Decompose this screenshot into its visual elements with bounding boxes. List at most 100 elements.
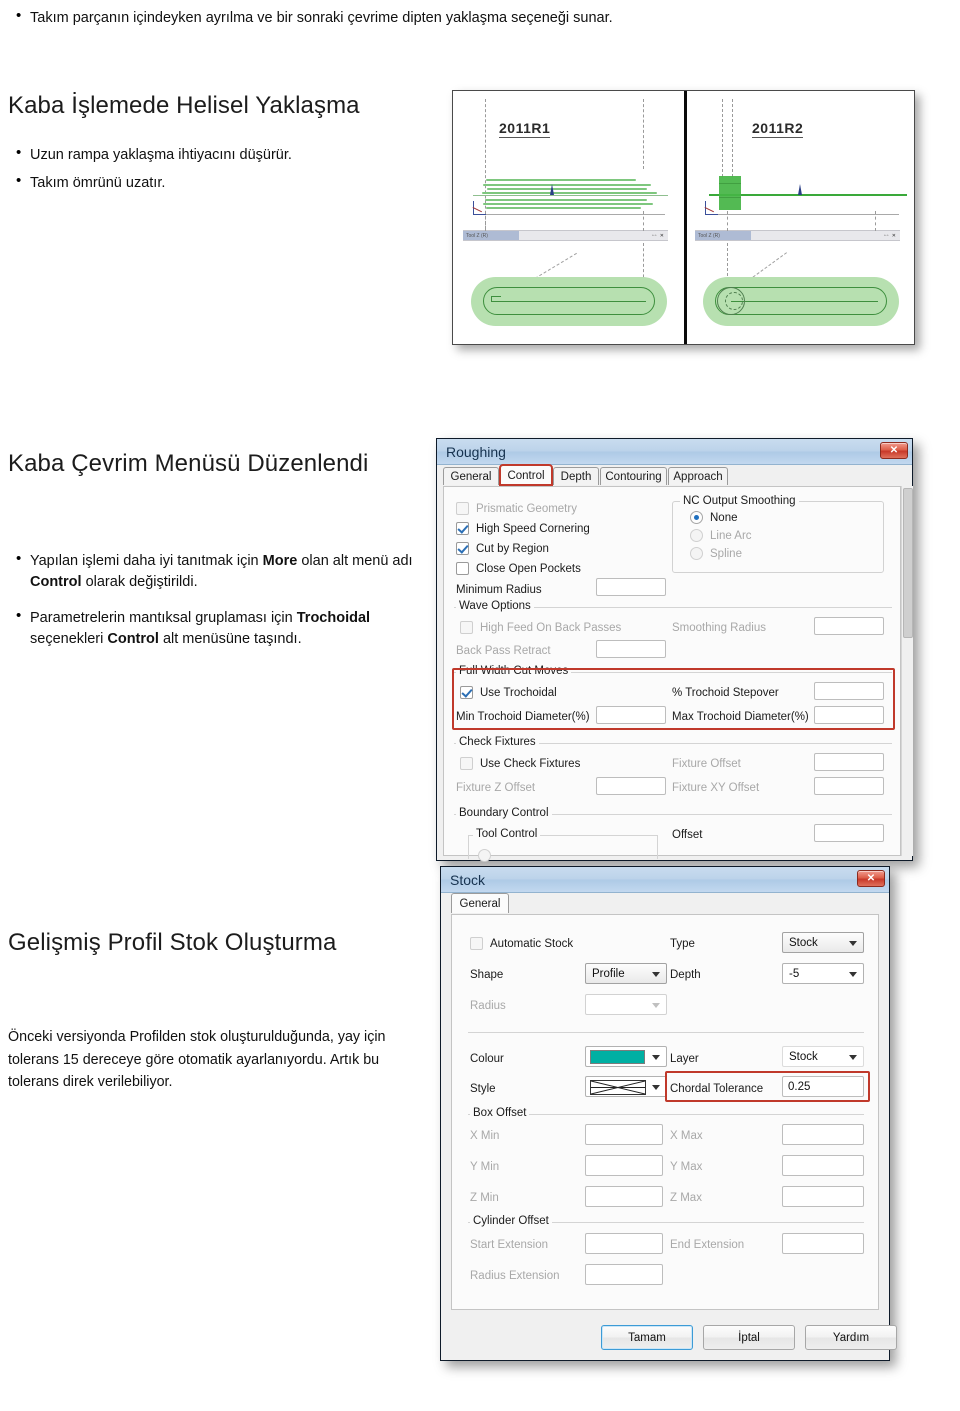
nc-output-smoothing-caption: NC Output Smoothing [680, 495, 799, 507]
bullet-icon: • [16, 550, 22, 567]
automatic-stock-label: Automatic Stock [490, 938, 574, 950]
minimum-radius-label: Minimum Radius [456, 584, 542, 596]
fixture-offset-input[interactable] [814, 753, 884, 771]
trochoid-stepover-input[interactable] [814, 682, 884, 700]
roughing-titlebar[interactable]: Roughing ✕ [437, 439, 912, 465]
emph-more: More [262, 553, 298, 569]
tool-control-option-radio[interactable] [478, 849, 491, 862]
shape-select[interactable]: Profile [585, 963, 667, 984]
offset-label: Offset [672, 829, 703, 841]
nc-output-smoothing-group [672, 501, 884, 573]
stock-title: Stock [450, 871, 486, 888]
wave-options-caption: Wave Options [456, 600, 534, 612]
cam-label-right: 2011R2 [752, 120, 804, 138]
radius-extension-label: Radius Extension [470, 1270, 560, 1282]
help-button[interactable]: Yardım [805, 1325, 897, 1350]
depth-value: -5 [789, 967, 800, 980]
high-speed-cornering-label: High Speed Cornering [476, 523, 590, 535]
close-icon[interactable]: ✕ [880, 442, 908, 459]
radius-label: Radius [470, 1000, 506, 1012]
tab-stock-general[interactable]: General [451, 893, 509, 913]
nc-smoothing-none-radio[interactable] [690, 511, 703, 524]
section2-bullet-2-text: Parametrelerin mantıksal gruplaması için… [30, 610, 371, 648]
colour-select[interactable] [585, 1046, 667, 1067]
high-speed-cornering-checkbox[interactable] [456, 522, 469, 535]
type-value: Stock [789, 936, 818, 949]
offset-input[interactable] [814, 824, 884, 842]
roughing-control-panel: Prismatic Geometry High Speed Cornering … [443, 486, 901, 862]
chordal-tolerance-input[interactable]: 0.25 [782, 1076, 864, 1097]
colour-swatch [590, 1050, 645, 1064]
max-trochoid-diameter-input[interactable] [814, 706, 884, 724]
x-max-input[interactable] [782, 1124, 864, 1145]
trochoid-stepover-label: % Trochoid Stepover [672, 687, 779, 699]
y-max-input[interactable] [782, 1155, 864, 1176]
cam-label-left: 2011R1 [499, 120, 551, 138]
cut-by-region-checkbox[interactable] [456, 542, 469, 555]
start-extension-input[interactable] [585, 1233, 663, 1254]
y-min-input[interactable] [585, 1155, 663, 1176]
stock-section-divider [468, 1032, 864, 1033]
stock-tabstrip[interactable]: General [441, 893, 889, 915]
section1-bullet-2-text: Takım ömrünü uzatır. [30, 175, 166, 191]
section2-bullet-1: • Yapılan işlemi daha iyi tanıtmak için … [16, 550, 416, 593]
fixture-z-offset-input[interactable] [596, 777, 666, 795]
fixture-xy-offset-input[interactable] [814, 777, 884, 795]
start-extension-label: Start Extension [470, 1239, 548, 1251]
chordal-tolerance-label: Chordal Tolerance [670, 1083, 764, 1095]
nc-smoothing-linearc-radio[interactable] [690, 529, 703, 542]
emph-control-2: Control [107, 631, 159, 648]
prismatic-geometry-label: Prismatic Geometry [476, 503, 577, 515]
back-pass-retract-input[interactable] [596, 640, 666, 658]
close-open-pockets-checkbox[interactable] [456, 562, 469, 575]
tab-approach[interactable]: Approach [668, 467, 728, 485]
radius-select[interactable] [585, 994, 667, 1015]
tab-general[interactable]: General [443, 467, 499, 485]
ok-button[interactable]: Tamam [601, 1325, 693, 1350]
x-max-label: X Max [670, 1130, 703, 1142]
emph-control-1: Control [30, 574, 82, 591]
cam-panel-2011r1: 2011R1 Tool Z (R) ▫▫ ✕ [453, 91, 684, 344]
roughing-scroll-thumb[interactable] [903, 488, 913, 638]
use-trochoidal-label: Use Trochoidal [480, 687, 557, 699]
stock-general-panel: Automatic Stock Type Stock Shape Profile… [451, 914, 879, 1310]
style-select[interactable] [585, 1076, 667, 1097]
cancel-button[interactable]: İptal [703, 1325, 795, 1350]
high-feed-back-passes-checkbox[interactable] [460, 621, 473, 634]
section3-paragraph: Önceki versiyonda Profilden stok oluştur… [8, 1029, 386, 1091]
end-extension-input[interactable] [782, 1233, 864, 1254]
roughing-dialog: Roughing ✕ General Control Depth Contour… [436, 438, 913, 862]
close-open-pockets-label: Close Open Pockets [476, 563, 581, 575]
tab-contouring[interactable]: Contouring [600, 467, 667, 485]
stock-titlebar[interactable]: Stock ✕ [441, 867, 889, 893]
depth-select[interactable]: -5 [782, 963, 864, 984]
type-select[interactable]: Stock [782, 932, 864, 953]
min-trochoid-diameter-input[interactable] [596, 706, 666, 724]
shape-label: Shape [470, 969, 504, 981]
z-min-input[interactable] [585, 1186, 663, 1207]
tool-control-caption: Tool Control [473, 828, 541, 840]
x-min-input[interactable] [585, 1124, 663, 1145]
close-icon[interactable]: ✕ [857, 870, 885, 887]
layer-select[interactable]: Stock [782, 1046, 864, 1067]
cam-mini-title-left: Tool Z (R) [466, 233, 488, 239]
use-trochoidal-checkbox[interactable] [460, 686, 473, 699]
prismatic-geometry-checkbox[interactable] [456, 502, 469, 515]
minimum-radius-input[interactable] [596, 578, 666, 596]
section2-bullet-2: • Parametrelerin mantıksal gruplaması iç… [16, 607, 416, 650]
cam-panel-2011r2: 2011R2 Tool Z (R) ▫▫ ✕ [685, 91, 914, 344]
layer-value: Stock [789, 1050, 818, 1063]
radius-extension-input[interactable] [585, 1264, 663, 1285]
tab-control[interactable]: Control [499, 464, 553, 486]
automatic-stock-checkbox[interactable] [470, 937, 483, 950]
nc-smoothing-spline-radio[interactable] [690, 547, 703, 560]
tab-depth[interactable]: Depth [553, 467, 599, 485]
layer-label: Layer [670, 1053, 699, 1065]
z-max-input[interactable] [782, 1186, 864, 1207]
cam-mini-titlebar-right: Tool Z (R) ▫▫ ✕ [695, 230, 900, 241]
roughing-tabstrip[interactable]: General Control Depth Contouring Approac… [437, 464, 912, 487]
roughing-scrollbar[interactable] [901, 486, 913, 856]
smoothing-radius-input[interactable] [814, 617, 884, 635]
use-check-fixtures-checkbox[interactable] [460, 757, 473, 770]
section2-bullet-1-text: Yapılan işlemi daha iyi tanıtmak için Mo… [30, 553, 413, 591]
